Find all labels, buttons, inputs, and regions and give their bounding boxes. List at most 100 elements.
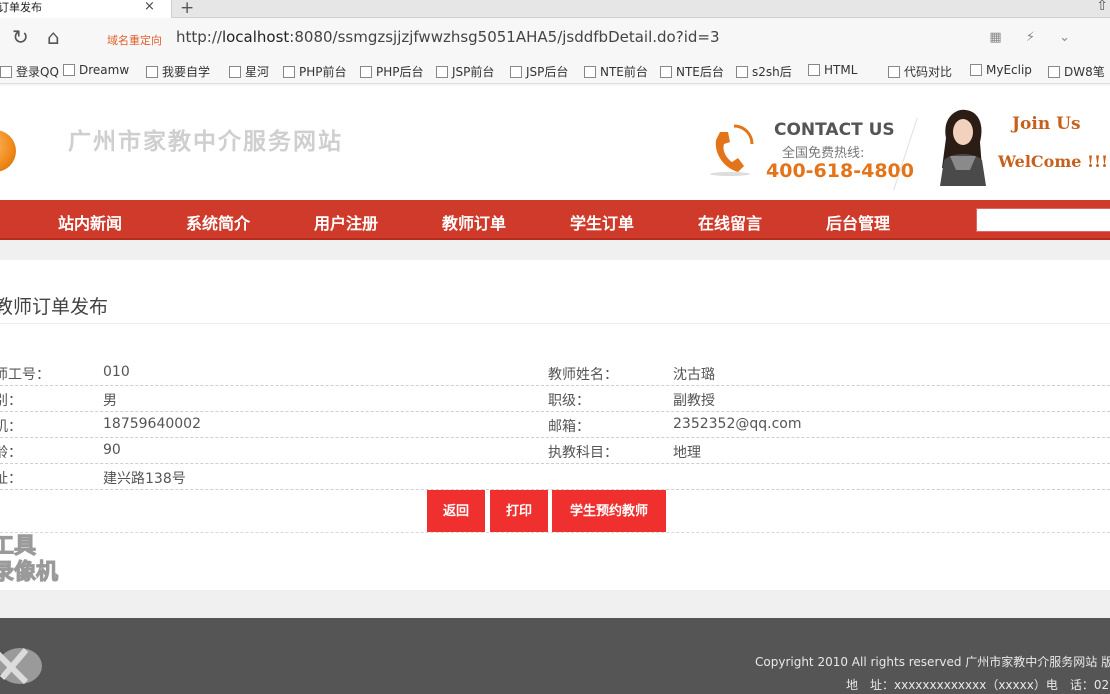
close-tab-icon[interactable]: × xyxy=(144,0,155,14)
back-button[interactable]: 返回 xyxy=(427,490,485,532)
detail-row: 性别： 男 职级： 副教授 xyxy=(0,386,1110,412)
bookmark-icon xyxy=(360,66,372,78)
bookmark-item[interactable]: NTE后台 xyxy=(660,63,724,80)
bookmark-icon xyxy=(1048,66,1060,78)
field-value: 90 xyxy=(103,442,121,458)
redirect-label: 域名重定向 xyxy=(107,34,162,47)
url-prefix: http:// xyxy=(176,28,222,46)
bookmark-item[interactable]: HTML xyxy=(808,63,857,77)
action-buttons: 返回 打印 学生预约教师 xyxy=(0,490,1110,532)
site-footer: Copyright 2010 All rights reserved 广州市家教… xyxy=(0,618,1110,694)
welcome-text: WelCome !!! xyxy=(998,152,1109,171)
bookmark-item[interactable]: MyEclip xyxy=(970,63,1032,77)
field-label: 手机： xyxy=(0,419,22,435)
contact-title: CONTACT US xyxy=(774,120,895,140)
field-label: 年龄： xyxy=(0,445,22,461)
bookmark-item[interactable]: 登录QQ xyxy=(0,63,59,80)
field-value: 地理 xyxy=(673,445,701,461)
field-value: 副教授 xyxy=(673,393,715,409)
buttons-divider xyxy=(0,532,1110,533)
nav-item-register[interactable]: 用户注册 xyxy=(314,210,378,234)
field-value: 男 xyxy=(103,393,117,409)
url-host: localhost xyxy=(221,28,290,46)
bookmark-item[interactable]: 代码对比 xyxy=(888,63,952,80)
field-label: 邮箱： xyxy=(548,419,590,435)
bookmark-icon xyxy=(229,66,241,78)
field-label: 性别： xyxy=(0,393,22,409)
field-label: 执教科目： xyxy=(548,445,618,461)
footer-spacer xyxy=(0,590,1110,618)
bookmark-item[interactable]: NTE前台 xyxy=(584,63,648,80)
recorder-watermark: 工具 录像机 xyxy=(0,534,59,586)
bookmark-icon xyxy=(146,66,158,78)
bookmark-icon xyxy=(63,64,75,76)
tab-title: 订单发布 xyxy=(0,1,42,14)
detail-row: 教师工号： 010 教师姓名： 沈古璐 xyxy=(0,360,1110,386)
browser-tab[interactable]: 订单发布 × xyxy=(0,0,172,18)
bookmark-item[interactable]: s2sh后 xyxy=(736,63,792,80)
bookmark-item[interactable]: 星河 xyxy=(229,63,269,80)
bookmark-icon xyxy=(0,66,12,78)
home-icon[interactable]: ⌂ xyxy=(47,26,60,48)
detail-row: 手机： 18759640002 邮箱： 2352352@qq.com xyxy=(0,412,1110,438)
tab-strip: 订单发布 × + ⇧ xyxy=(0,0,1110,18)
footer-logo-icon xyxy=(0,648,42,685)
bookmark-item[interactable]: DW8笔 xyxy=(1048,63,1105,80)
bookmark-icon xyxy=(660,66,672,78)
phone-icon xyxy=(710,124,754,176)
url-path: :8080/ssmgzsjjzjfwwzhsg5051AHA5/jsddfbDe… xyxy=(289,28,720,46)
url-field[interactable]: http://localhost:8080/ssmgzsjjzjfwwzhsg5… xyxy=(176,28,720,46)
hotline-label: 全国免费热线: xyxy=(782,146,865,161)
site-logo xyxy=(0,130,16,172)
bookmark-item[interactable]: 我要自学 xyxy=(146,63,210,80)
bookmark-icon xyxy=(436,66,448,78)
field-value: 2352352@qq.com xyxy=(673,416,802,432)
print-button[interactable]: 打印 xyxy=(490,490,548,532)
bookmark-item[interactable]: JSP前台 xyxy=(436,63,494,80)
browser-chrome: 订单发布 × + ⇧ ↻ ⌂ 域名重定向 http://localhost:80… xyxy=(0,0,1110,86)
field-label: 职级： xyxy=(548,393,590,409)
nav-item-admin[interactable]: 后台管理 xyxy=(826,210,890,234)
reload-icon[interactable]: ↻ xyxy=(12,26,29,48)
bookmark-item[interactable]: Dreamw xyxy=(63,63,129,77)
field-value: 010 xyxy=(103,364,130,380)
nav-item-teacher-orders[interactable]: 教师订单 xyxy=(442,210,506,234)
detail-row: 住址： 建兴路138号 xyxy=(0,464,1110,490)
bookmark-icon xyxy=(584,66,596,78)
bookmark-icon xyxy=(888,66,900,78)
reserve-teacher-button[interactable]: 学生预约教师 xyxy=(552,490,666,532)
nav-item-student-orders[interactable]: 学生订单 xyxy=(570,210,634,234)
hotline-number: 400-618-4800 xyxy=(766,160,914,182)
avatar xyxy=(940,109,986,186)
bookmark-item[interactable]: JSP后台 xyxy=(510,63,568,80)
bookmark-icon xyxy=(510,66,522,78)
field-label: 教师工号： xyxy=(0,367,50,383)
join-us-text: Join Us xyxy=(1012,114,1081,134)
heading-divider xyxy=(0,323,1110,324)
footer-address: 地 址：xxxxxxxxxxxxx（xxxxx）电 话：025-x xyxy=(846,678,1110,692)
nav-item-messages[interactable]: 在线留言 xyxy=(698,210,762,234)
window-menu-icon[interactable]: ⇧ xyxy=(1096,0,1108,14)
field-value: 18759640002 xyxy=(103,416,201,432)
address-tools-icon[interactable]: ▦ ⚡ ⌄ xyxy=(989,30,1080,45)
search-input[interactable] xyxy=(976,208,1110,232)
site-header: 广州市家教中介服务网站 CONTACT US 全国免费热线: 400-618-4… xyxy=(0,86,1110,200)
bookmark-icon xyxy=(808,64,820,76)
field-label: 教师姓名： xyxy=(548,367,618,383)
field-value: 沈古璐 xyxy=(673,367,715,383)
bookmarks-bar: 登录QQ Dreamw 我要自学 星河 PHP前台 PHP后台 JSP前台 JS… xyxy=(0,58,1110,84)
detail-panel: 教师订单发布 教师工号： 010 教师姓名： 沈古璐 性别： 男 职级： 副教授… xyxy=(0,260,1110,590)
page-title: 教师订单发布 xyxy=(0,296,109,318)
field-value: 建兴路138号 xyxy=(103,471,186,487)
bookmark-item[interactable]: PHP后台 xyxy=(360,63,424,80)
new-tab-button[interactable]: + xyxy=(180,0,194,18)
bookmark-icon xyxy=(283,66,295,78)
header-spacer xyxy=(0,240,1110,260)
nav-item-about[interactable]: 系统简介 xyxy=(186,210,250,234)
nav-item-news[interactable]: 站内新闻 xyxy=(58,210,122,234)
address-bar: ↻ ⌂ 域名重定向 http://localhost:8080/ssmgzsjj… xyxy=(0,18,1110,58)
bookmark-icon xyxy=(970,64,982,76)
footer-copyright: Copyright 2010 All rights reserved 广州市家教… xyxy=(755,655,1110,669)
bookmark-item[interactable]: PHP前台 xyxy=(283,63,347,80)
main-nav: 站内新闻 系统简介 用户注册 教师订单 学生订单 在线留言 后台管理 xyxy=(0,200,1110,240)
